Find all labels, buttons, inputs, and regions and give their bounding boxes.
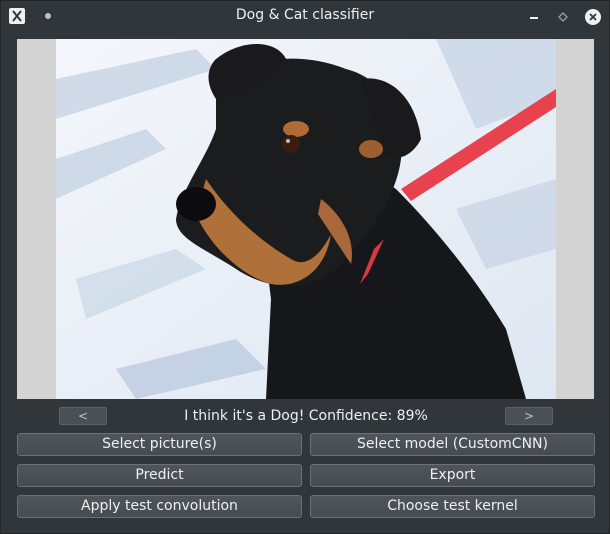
- predict-button[interactable]: Predict: [17, 464, 302, 487]
- choose-kernel-button[interactable]: Choose test kernel: [310, 495, 595, 518]
- main-window: Dog & Cat classifier < I think it's a Do…: [0, 0, 610, 534]
- previous-image-button[interactable]: <: [59, 407, 107, 425]
- apply-convolution-button[interactable]: Apply test convolution: [17, 495, 302, 518]
- window-title: Dog & Cat classifier: [235, 7, 375, 23]
- title-bar[interactable]: Dog & Cat classifier: [1, 1, 609, 31]
- export-button[interactable]: Export: [310, 464, 595, 487]
- image-preview-area: [17, 39, 594, 399]
- minimize-icon[interactable]: [527, 9, 541, 23]
- next-image-button[interactable]: >: [505, 407, 553, 425]
- dog-photo: [56, 39, 556, 399]
- maximize-icon[interactable]: [556, 9, 570, 23]
- select-pictures-button[interactable]: Select picture(s): [17, 433, 302, 456]
- select-model-button[interactable]: Select model (CustomCNN): [310, 433, 595, 456]
- close-icon[interactable]: [585, 9, 601, 25]
- prediction-status: I think it's a Dog! Confidence: 89%: [184, 408, 428, 424]
